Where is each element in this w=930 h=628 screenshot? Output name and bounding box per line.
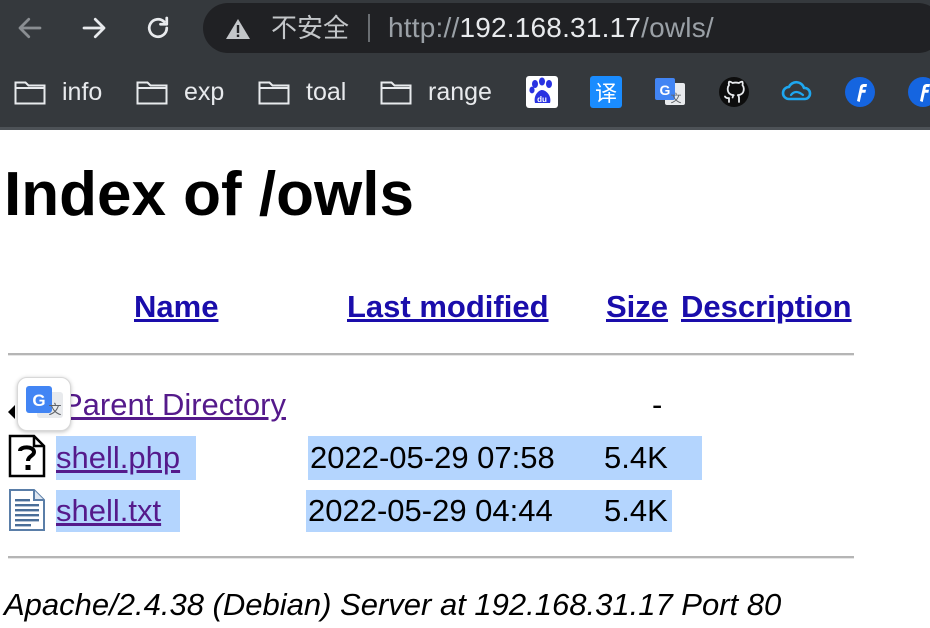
footer-rule (8, 556, 854, 559)
browser-chrome: 不安全 http://192.168.31.17/owls/ info exp … (0, 0, 930, 130)
arrow-left-icon (18, 17, 42, 39)
flash-icon[interactable] (843, 75, 877, 109)
column-header-description[interactable]: Description (681, 288, 852, 326)
bookmark-folder-toal[interactable]: toal (258, 75, 346, 109)
url-host: 192.168.31.17 (459, 12, 642, 43)
back-button[interactable] (12, 10, 48, 46)
baidu-icon[interactable]: du (525, 75, 559, 109)
file-modified: 2022-05-29 04:44 (308, 493, 553, 528)
bookmarks-divider (0, 127, 930, 130)
svg-text:文: 文 (671, 91, 682, 105)
parent-size: - (652, 387, 663, 422)
url-scheme: http:// (388, 12, 460, 43)
back-icon (8, 405, 15, 419)
omnibox-separator (368, 14, 370, 42)
folder-icon (380, 81, 412, 105)
bookmark-label: toal (306, 77, 347, 106)
folder-icon (258, 81, 290, 105)
translate-popup-button[interactable]: G 文 (17, 377, 71, 431)
parent-directory-link[interactable]: Parent Directory (62, 386, 286, 424)
bookmark-label: exp (184, 77, 225, 106)
google-translate-icon[interactable]: G 文 (653, 75, 687, 109)
folder-icon (136, 81, 168, 105)
bookmark-label: range (428, 77, 492, 106)
column-header-size[interactable]: Size (606, 288, 668, 326)
flash-icon[interactable] (906, 75, 930, 109)
server-signature: Apache/2.4.38 (Debian) Server at 192.168… (4, 587, 782, 622)
svg-text:G: G (32, 391, 45, 410)
column-header-name[interactable]: Name (134, 288, 218, 326)
bookmarks-bar: info exp toal range du 译 G 文 (0, 57, 930, 128)
column-header-last-modified[interactable]: Last modified (347, 288, 549, 326)
bookmark-label: info (62, 77, 103, 106)
reload-icon (147, 16, 169, 39)
text-file-icon (9, 489, 45, 531)
unknown-file-icon (8, 434, 46, 478)
bookmark-folder-info[interactable]: info (14, 75, 102, 109)
reload-button[interactable] (140, 10, 176, 46)
browser-toolbar: 不安全 http://192.168.31.17/owls/ (0, 0, 930, 57)
svg-text:G: G (660, 82, 671, 98)
github-icon[interactable] (717, 75, 751, 109)
google-translate-icon: G 文 (26, 386, 63, 418)
url-path: /owls/ (641, 12, 714, 43)
security-label[interactable]: 不安全 (271, 13, 349, 43)
address-bar[interactable]: 不安全 http://192.168.31.17/owls/ (203, 3, 930, 53)
file-modified: 2022-05-29 07:58 (310, 440, 555, 475)
arrow-right-icon (82, 17, 106, 39)
baidu-icon-text: du (537, 95, 547, 104)
url-text[interactable]: http://192.168.31.17/owls/ (388, 12, 714, 44)
bookmark-folder-exp[interactable]: exp (136, 75, 224, 109)
page-title: Index of /owls (4, 160, 414, 229)
warning-icon[interactable] (225, 17, 251, 41)
header-rule (8, 353, 854, 356)
file-link-shell-txt[interactable]: shell.txt (56, 492, 161, 530)
file-size: 5.4K (604, 440, 668, 475)
translate-icon[interactable]: 译 (589, 75, 623, 109)
file-link-shell-php[interactable]: shell.php (56, 439, 180, 477)
forward-button[interactable] (76, 10, 112, 46)
cloud-icon[interactable] (780, 75, 814, 109)
translate-icon-text: 译 (595, 82, 617, 107)
file-size: 5.4K (604, 493, 668, 528)
svg-text:文: 文 (48, 403, 61, 418)
folder-icon (14, 81, 46, 105)
bookmark-folder-range[interactable]: range (380, 75, 492, 109)
